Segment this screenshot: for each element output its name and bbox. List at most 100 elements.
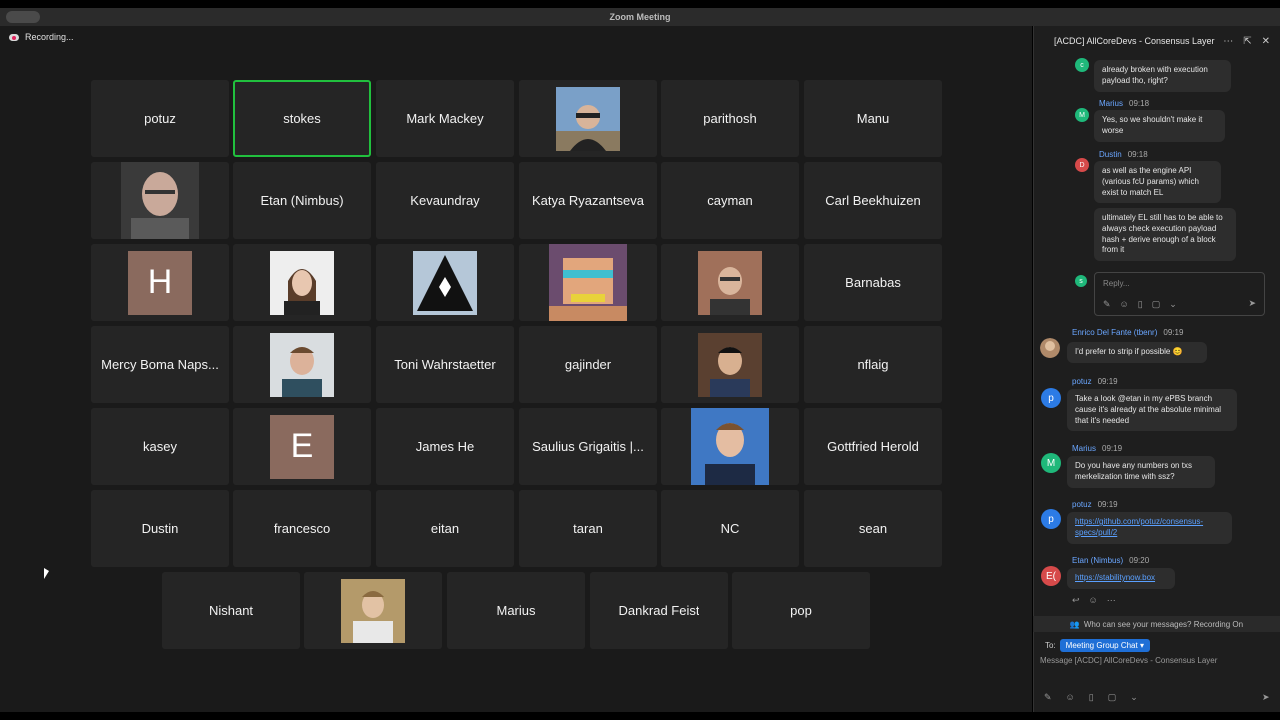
message-time: 09:19: [1097, 500, 1118, 509]
send-icon[interactable]: ➤: [1248, 298, 1256, 309]
participant-tile[interactable]: Marius: [447, 572, 585, 649]
sender-name: Enrico Del Fante (tbenr): [1072, 328, 1158, 337]
chat-message: Do you have any numbers on txs merkeliza…: [1067, 456, 1215, 488]
participant-tile[interactable]: cayman: [661, 162, 799, 239]
message-link[interactable]: https://stabilitynow.box: [1075, 573, 1155, 582]
more-options-icon[interactable]: ⋯: [1223, 36, 1233, 47]
participant-tile[interactable]: pop: [732, 572, 870, 649]
format-icon[interactable]: ✎: [1044, 692, 1052, 703]
participant-tile[interactable]: gajinder: [519, 326, 657, 403]
sender-name: Etan (Nimbus): [1072, 556, 1124, 565]
participant-tile[interactable]: NC: [661, 490, 799, 567]
emoji-icon[interactable]: ☺: [1120, 299, 1129, 310]
participant-tile[interactable]: sean: [804, 490, 942, 567]
participant-tile[interactable]: parithosh: [661, 80, 799, 157]
participant-name: potuz: [144, 111, 176, 126]
participant-name: Kevaundray: [410, 193, 480, 208]
participant-tile[interactable]: Toni Wahrstaetter: [376, 326, 514, 403]
participant-name: Barnabas: [845, 275, 901, 290]
participant-tile[interactable]: [661, 408, 799, 485]
participant-tile[interactable]: Dankrad Feist: [590, 572, 728, 649]
thread-message: as well as the engine API (various fcU p…: [1094, 161, 1221, 204]
mouse-cursor: [44, 568, 49, 579]
participant-tile[interactable]: H: [91, 244, 229, 321]
window-controls[interactable]: [6, 11, 40, 23]
participant-tile[interactable]: Mercy Boma Naps...: [91, 326, 229, 403]
participant-tile[interactable]: Carl Beekhuizen: [804, 162, 942, 239]
screenshot-icon[interactable]: ▢: [1152, 299, 1161, 310]
participant-tile[interactable]: francesco: [233, 490, 371, 567]
participant-tile[interactable]: Etan (Nimbus): [233, 162, 371, 239]
chevron-down-icon[interactable]: ⌄: [1169, 299, 1177, 310]
participant-name: Dankrad Feist: [618, 603, 700, 618]
privacy-notice[interactable]: 👥 Who can see your messages? Recording O…: [1033, 616, 1280, 632]
participant-tile[interactable]: Mark Mackey: [376, 80, 514, 157]
participant-name: francesco: [273, 521, 331, 536]
reply-input[interactable]: Reply... ✎ ☺ ▯ ▢ ⌄ ➤: [1094, 272, 1265, 316]
screenshot-icon[interactable]: ▢: [1108, 692, 1117, 703]
sender-name: Marius: [1072, 444, 1097, 453]
message-time: 09:19: [1163, 328, 1184, 337]
reply-icon[interactable]: ↩: [1072, 595, 1080, 606]
participant-photo: [549, 244, 627, 321]
participant-tile[interactable]: Nishant: [162, 572, 300, 649]
participant-tile[interactable]: kasey: [91, 408, 229, 485]
participant-tile[interactable]: [519, 80, 657, 157]
participant-tile[interactable]: nflaig: [804, 326, 942, 403]
participant-photo: [698, 332, 762, 397]
message-input[interactable]: Message [ACDC] AllCoreDevs - Consensus L…: [1040, 656, 1217, 665]
participant-name: Mark Mackey: [406, 111, 484, 126]
file-icon[interactable]: ▯: [1138, 299, 1143, 310]
participant-tile[interactable]: Katya Ryazantseva: [519, 162, 657, 239]
avatar: M: [1075, 108, 1089, 122]
message-time: 09:19: [1102, 444, 1123, 453]
participant-tile-active-speaker[interactable]: stokes: [233, 80, 371, 157]
emoji-icon[interactable]: ☺: [1066, 692, 1075, 703]
participant-name: Carl Beekhuizen: [825, 193, 921, 208]
participant-tile[interactable]: Saulius Grigaitis |...: [519, 408, 657, 485]
chat-message: https://github.com/potuz/consensus-specs…: [1067, 512, 1232, 544]
format-icon[interactable]: ✎: [1103, 299, 1111, 310]
participant-tile[interactable]: [519, 244, 657, 321]
participant-name: Marius: [496, 603, 536, 618]
popout-icon[interactable]: ⇱: [1243, 36, 1251, 47]
participant-tile[interactable]: E: [233, 408, 371, 485]
participant-tile[interactable]: taran: [519, 490, 657, 567]
participant-initial-avatar: E: [270, 414, 334, 479]
participant-tile[interactable]: Dustin: [91, 490, 229, 567]
participant-tile[interactable]: [304, 572, 442, 649]
close-icon[interactable]: ✕: [1262, 36, 1270, 47]
recipient-row: To: Meeting Group Chat ▾: [1045, 639, 1150, 652]
file-icon[interactable]: ▯: [1089, 692, 1094, 703]
recipient-select[interactable]: Meeting Group Chat ▾: [1059, 639, 1150, 652]
participant-tile[interactable]: eitan: [376, 490, 514, 567]
window-title: Zoom Meeting: [609, 12, 671, 22]
message-link[interactable]: https://github.com/potuz/consensus-specs…: [1075, 517, 1203, 537]
more-icon[interactable]: ⋯: [1107, 595, 1116, 606]
participant-tile[interactable]: Manu: [804, 80, 942, 157]
recording-indicator: Recording...: [8, 32, 74, 42]
participant-tile[interactable]: [91, 162, 229, 239]
participant-tile[interactable]: [233, 326, 371, 403]
message-meta: potuz 09:19: [1072, 500, 1118, 509]
participant-name: Dustin: [141, 521, 179, 536]
message-time: 09:18: [1129, 99, 1150, 108]
participant-tile[interactable]: Barnabas: [804, 244, 942, 321]
participant-tile[interactable]: Gottfried Herold: [804, 408, 942, 485]
participant-tile[interactable]: potuz: [91, 80, 229, 157]
participant-name: Saulius Grigaitis |...: [532, 439, 644, 454]
chat-title: [ACDC] AllCoreDevs - Consensus Layer: [1054, 36, 1215, 46]
message-meta: Marius 09:19: [1072, 444, 1122, 453]
recording-label: Recording...: [25, 32, 74, 42]
chat-message: Take a look @etan in my ePBS branch caus…: [1067, 389, 1237, 432]
participant-tile[interactable]: [661, 244, 799, 321]
avatar: M: [1041, 453, 1061, 473]
participant-tile[interactable]: [661, 326, 799, 403]
participant-tile[interactable]: [376, 244, 514, 321]
send-icon[interactable]: ➤: [1262, 692, 1270, 703]
participant-tile[interactable]: Kevaundray: [376, 162, 514, 239]
add-reaction-icon[interactable]: ☺: [1089, 595, 1098, 606]
chevron-down-icon[interactable]: ⌄: [1130, 692, 1138, 703]
participant-tile[interactable]: [233, 244, 371, 321]
participant-tile[interactable]: James He: [376, 408, 514, 485]
